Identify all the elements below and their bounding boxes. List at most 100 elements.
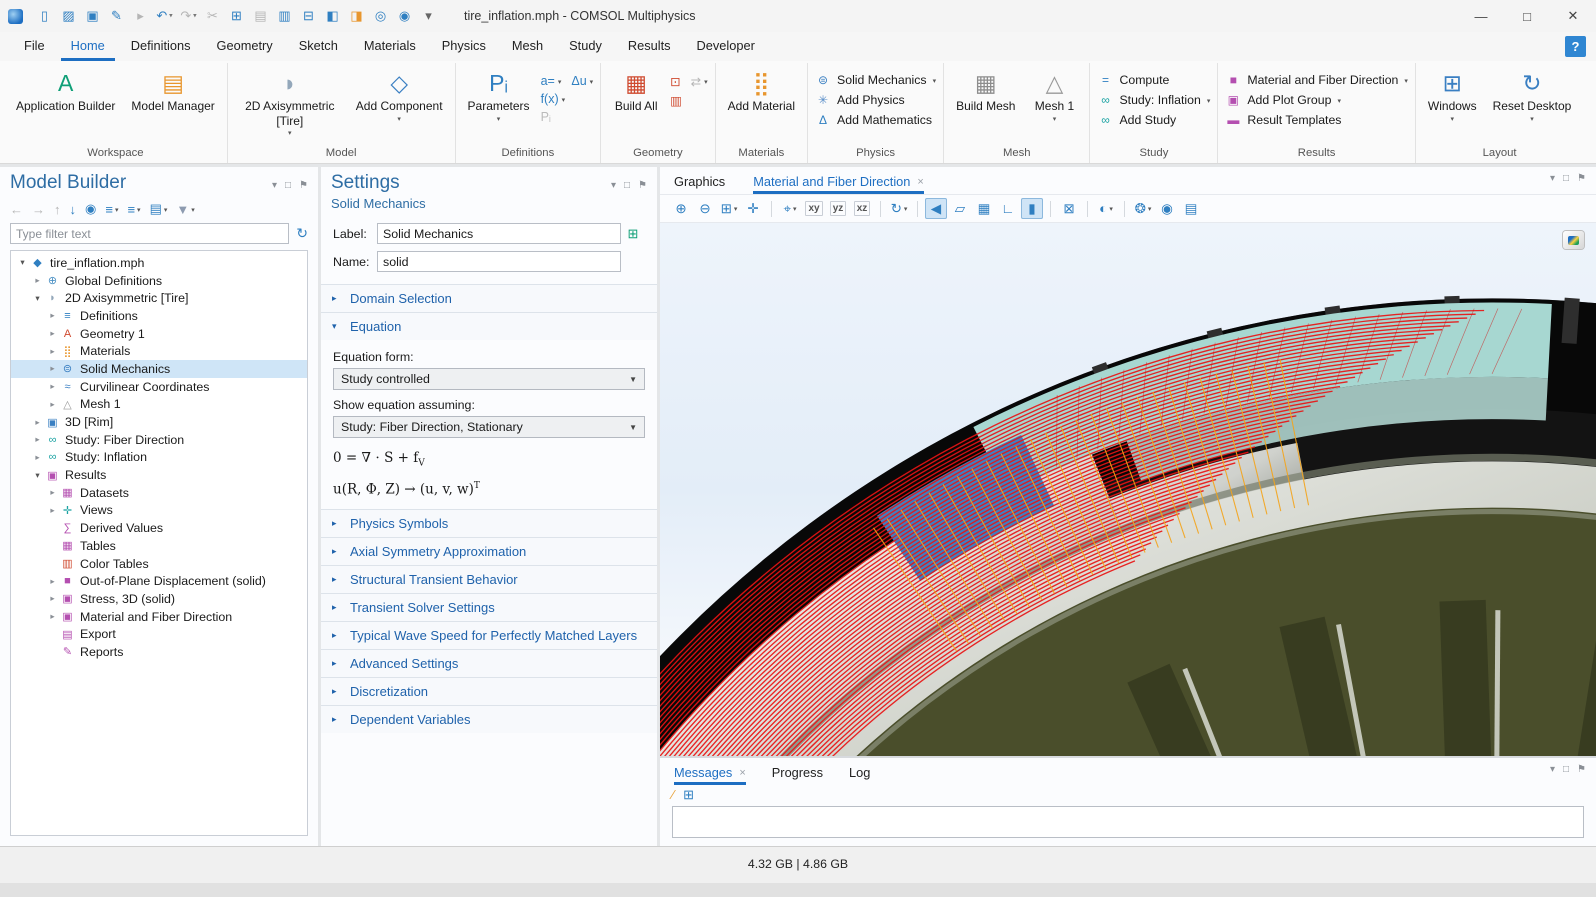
minimize-button[interactable]: — [1458,0,1504,32]
axisymmetric-component-button[interactable]: ◗2D Axisymmetric [Tire]▾ [235,66,345,139]
tree-item[interactable]: ▸✛Views [11,502,307,520]
solid-mechanics-button[interactable]: ⊜Solid Mechanics▾ [815,73,936,87]
equation-form-select[interactable]: Study controlled ▼ [333,368,645,390]
panel-menu-icon[interactable]: ▾ [1550,173,1555,184]
float-panel-icon[interactable]: □ [285,180,291,191]
snapshot-icon[interactable]: ◉ [1156,198,1178,219]
tab-messages[interactable]: Messages× [674,758,746,785]
back-icon[interactable]: ← [10,202,23,217]
section-dependent-variables[interactable]: ▸Dependent Variables [321,705,657,733]
tree-item[interactable]: ▸⊕Global Definitions [11,272,307,290]
graphics-context-icon[interactable] [1563,231,1584,249]
tree-item[interactable]: ▤Export [11,625,307,643]
panel-menu-icon[interactable]: ▾ [611,180,616,191]
show-icon[interactable]: ◉ [85,201,96,217]
expand-icon[interactable]: ▸ [332,658,341,669]
menu-sketch[interactable]: Sketch [289,32,348,61]
expand-icon[interactable]: ▸ [332,574,341,585]
expand-icon[interactable]: ▸ [332,546,341,557]
expand-icon[interactable]: ▸ [332,518,341,529]
insert-sequence-icon[interactable]: ⊡ [670,74,680,89]
expand-icon[interactable]: ▸ [30,434,45,445]
section-physics-symbols[interactable]: ▸Physics Symbols [321,509,657,537]
graphics-viewport[interactable] [660,222,1596,756]
menu-file[interactable]: File [14,32,55,61]
menu-mesh[interactable]: Mesh [502,32,553,61]
collapse-icon[interactable]: ▾ [30,470,45,481]
name-field-input[interactable] [377,251,621,272]
tree-item[interactable]: ∑Derived Values [11,519,307,537]
float-panel-icon[interactable]: □ [624,180,630,191]
pin-panel-icon[interactable]: ⚑ [638,180,647,191]
default-view-icon[interactable]: ⌖▾ [779,198,801,219]
tree-item[interactable]: ▸▦Datasets [11,484,307,502]
study-inflation-button[interactable]: ∞Study: Inflation▾ [1097,93,1210,107]
add-plot-group-button[interactable]: ▣Add Plot Group▾ [1225,93,1408,107]
menu-geometry[interactable]: Geometry [207,32,283,61]
expand-icon[interactable]: ▸ [30,452,45,463]
tree-item[interactable]: ✎Reports [11,643,307,661]
expand-all-icon[interactable]: ≡▾ [127,202,140,217]
preview-icon[interactable]: ◉ [393,5,416,27]
pin-panel-icon[interactable]: ⚑ [299,180,308,191]
view-yz-icon[interactable]: yz [827,198,849,219]
section-structural-transient-behavior[interactable]: ▸Structural Transient Behavior [321,565,657,593]
expand-icon[interactable]: ▸ [45,328,60,339]
parameters-button[interactable]: PᵢParameters▾ [463,66,535,125]
cut-icon[interactable]: ✂ [201,5,224,27]
close-tab-icon[interactable]: × [739,767,745,779]
tree-item[interactable]: ▸≡Definitions [11,307,307,325]
clear-messages-icon[interactable]: ∕ [672,787,674,803]
refresh-icon[interactable]: ↻ [296,225,308,242]
tree-item[interactable]: ▾◆tire_inflation.mph [11,254,307,272]
panel-menu-icon[interactable]: ▾ [1550,764,1555,775]
tree-item[interactable]: ▸∞Study: Fiber Direction [11,431,307,449]
view-xz-icon[interactable]: xz [851,198,873,219]
lock-axes-icon[interactable]: ⊠ [1058,198,1080,219]
expand-icon[interactable]: ▸ [45,593,60,604]
new-file-icon[interactable]: ▯ [33,5,56,27]
mesh-button[interactable]: △Mesh 1▾ [1026,66,1082,125]
result-templates-button[interactable]: ▬Result Templates [1225,113,1408,127]
transparency-icon[interactable]: ▱ [949,198,971,219]
tree-item[interactable]: ▥Color Tables [11,555,307,573]
equation-assume-select[interactable]: Study: Fiber Direction, Stationary ▼ [333,416,645,438]
tree-item[interactable]: ▸△Mesh 1 [11,396,307,414]
tab-log[interactable]: Log [849,758,870,785]
color-palette-icon[interactable]: ◐▾ [1095,198,1117,219]
rename-apply-icon[interactable]: ⊞ [621,226,645,242]
open-icon[interactable]: ▨ [57,5,80,27]
expand-icon[interactable]: ▸ [332,602,341,613]
collapse-icon[interactable]: ▾ [30,293,45,304]
geometry-parts-icon[interactable]: ▥ [670,93,707,108]
add-material-button[interactable]: ⣿Add Material [723,66,800,116]
add-physics-button[interactable]: ✳Add Physics [815,93,936,107]
select-box-icon[interactable]: ◧ [321,5,344,27]
add-study-button[interactable]: ∞Add Study [1097,113,1210,127]
expand-icon[interactable]: ▸ [332,714,341,725]
add-mathematics-button[interactable]: ΔAdd Mathematics [815,113,936,127]
tree-item[interactable]: ▾▣Results [11,466,307,484]
menu-physics[interactable]: Physics [432,32,496,61]
expand-icon[interactable]: ▸ [30,417,45,428]
tree-item[interactable]: ▸⊜Solid Mechanics [11,360,307,378]
build-all-geometry-button[interactable]: ▦Build All [608,66,664,116]
environment-reflections-icon[interactable]: ❂▾ [1132,198,1154,219]
find-icon[interactable]: ◎ [369,5,392,27]
expand-icon[interactable]: ▸ [332,630,341,641]
tab-progress[interactable]: Progress [772,758,823,785]
forward-icon[interactable]: → [32,202,45,217]
update-geometry-icon[interactable]: ⇄▾ [691,74,708,89]
rotate-view-icon[interactable]: ↻▾ [888,198,910,219]
clear-selection-icon[interactable]: ◨ [345,5,368,27]
tree-item[interactable]: ▾◗2D Axisymmetric [Tire] [11,289,307,307]
tab-graphics[interactable]: Graphics [674,167,725,194]
zoom-box-icon[interactable]: ⊞▾ [718,198,740,219]
paste-icon[interactable]: ▤ [249,5,272,27]
application-builder-button[interactable]: AApplication Builder [11,66,120,116]
pin-panel-icon[interactable]: ⚑ [1577,764,1586,775]
redo-icon[interactable]: ↷ ▾ [177,5,200,28]
delete-icon[interactable]: ⊟ [297,5,320,27]
sound-icon[interactable]: ◀ [925,198,947,219]
section-domain-selection[interactable]: ▸Domain Selection [321,284,657,312]
